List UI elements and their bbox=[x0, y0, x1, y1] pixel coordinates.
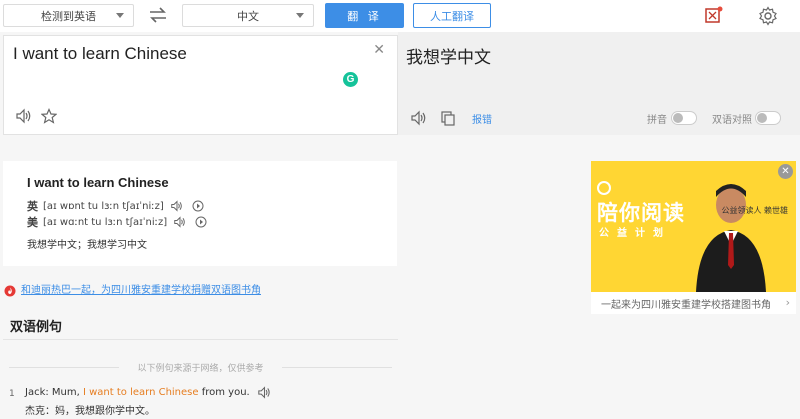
extension-icon[interactable] bbox=[702, 5, 748, 27]
gear-icon[interactable] bbox=[758, 6, 778, 26]
speaker-icon[interactable] bbox=[15, 108, 33, 124]
uk-tag: 英 bbox=[27, 200, 38, 213]
play-slow-icon[interactable] bbox=[192, 200, 204, 212]
target-language-label: 中文 bbox=[237, 9, 259, 23]
source-language-select[interactable]: 检测到英语 bbox=[3, 4, 134, 27]
pinyin-toggle[interactable] bbox=[671, 111, 697, 125]
uk-phonetic: [aɪ wɒnt tu lɜːn tʃaɪˈniːz] bbox=[43, 200, 164, 212]
chevron-down-icon bbox=[296, 13, 304, 18]
dictionary-card: I want to learn Chinese 英 [aɪ wɒnt tu lɜ… bbox=[3, 161, 397, 266]
note-line-right bbox=[282, 367, 392, 368]
ad-banner[interactable]: 陪你阅读 公益计划 公益领读人 赖世雄 ✕ bbox=[591, 161, 796, 292]
play-slow-icon[interactable] bbox=[195, 216, 207, 228]
chevron-down-icon bbox=[116, 13, 124, 18]
grammarly-icon[interactable]: G bbox=[343, 72, 358, 87]
ad-person-name: 公益领读人 赖世雄 bbox=[721, 206, 788, 215]
pinyin-label: 拼音 bbox=[647, 115, 667, 126]
source-text-panel[interactable]: I want to learn Chinese ✕ G bbox=[3, 35, 398, 135]
example-number: 1 bbox=[9, 389, 15, 399]
swap-languages-icon[interactable] bbox=[148, 6, 168, 24]
human-translate-button[interactable]: 人工翻译 bbox=[413, 3, 491, 28]
copy-icon[interactable] bbox=[440, 110, 456, 126]
examples-section-title: 双语例句 bbox=[10, 320, 63, 335]
translation-result: 我想学中文 bbox=[406, 48, 491, 68]
report-error-link[interactable]: 报错 bbox=[472, 111, 492, 126]
speaker-icon[interactable] bbox=[410, 110, 428, 126]
target-text-panel: 我想学中文 报错 拼音 双语对照 bbox=[398, 32, 800, 135]
section-divider bbox=[3, 339, 398, 340]
speaker-icon[interactable] bbox=[257, 386, 272, 399]
ad-decoration-icon bbox=[597, 181, 611, 195]
ad-caption[interactable]: 一起来为四川雅安重建学校搭建图书角 › bbox=[591, 292, 796, 314]
note-line-left bbox=[9, 367, 119, 368]
close-icon[interactable]: ✕ bbox=[778, 164, 793, 179]
star-icon[interactable] bbox=[40, 108, 58, 124]
close-icon[interactable]: ✕ bbox=[373, 42, 385, 58]
bilingual-toggle[interactable] bbox=[755, 111, 781, 125]
dict-meaning: 我想学中文；我想学习中文 bbox=[27, 240, 147, 251]
charity-banner-link[interactable]: 和迪丽热巴一起，为四川雅安重建学校捐赠双语图书角 bbox=[21, 281, 261, 296]
ad-person-image bbox=[696, 184, 766, 292]
chevron-right-icon: › bbox=[785, 296, 790, 309]
examples-source-note: 以下例句来源于网络，仅供参考 bbox=[3, 361, 398, 374]
ad-subtitle: 公益计划 bbox=[599, 228, 671, 239]
speaker-icon[interactable] bbox=[170, 200, 184, 212]
translate-button[interactable]: 翻 译 bbox=[325, 3, 404, 28]
source-language-label: 检测到英语 bbox=[41, 9, 96, 23]
dict-headword: I want to learn Chinese bbox=[27, 175, 169, 190]
example-en-suffix: from you. bbox=[198, 387, 250, 398]
us-phonetic: [aɪ wɑːnt tu lɜːn tʃaɪˈniːz] bbox=[43, 216, 168, 228]
target-toolbar: 报错 拼音 双语对照 bbox=[398, 103, 800, 133]
example-en-highlight[interactable]: I want to learn Chinese bbox=[83, 387, 199, 398]
ad-title: 陪你阅读 bbox=[597, 201, 685, 225]
speaker-icon[interactable] bbox=[173, 216, 187, 228]
fire-icon bbox=[4, 282, 16, 297]
uk-phonetic-row: 英 [aɪ wɒnt tu lɜːn tʃaɪˈniːz] bbox=[27, 198, 204, 214]
ad-caption-text: 一起来为四川雅安重建学校搭建图书角 bbox=[601, 299, 771, 311]
example-english: Jack: Mum, I want to learn Chinese from … bbox=[25, 386, 272, 399]
example-en-prefix: Jack: Mum, bbox=[25, 387, 83, 398]
us-tag: 美 bbox=[27, 216, 38, 229]
bilingual-label: 双语对照 bbox=[712, 115, 752, 126]
examples-source-note-text: 以下例句来源于网络，仅供参考 bbox=[137, 364, 264, 374]
example-chinese: 杰克：妈，我想跟你学中文。 bbox=[25, 406, 155, 417]
source-text-input[interactable]: I want to learn Chinese bbox=[13, 44, 187, 64]
target-language-select[interactable]: 中文 bbox=[182, 4, 314, 27]
us-phonetic-row: 美 [aɪ wɑːnt tu lɜːn tʃaɪˈniːz] bbox=[27, 214, 207, 230]
